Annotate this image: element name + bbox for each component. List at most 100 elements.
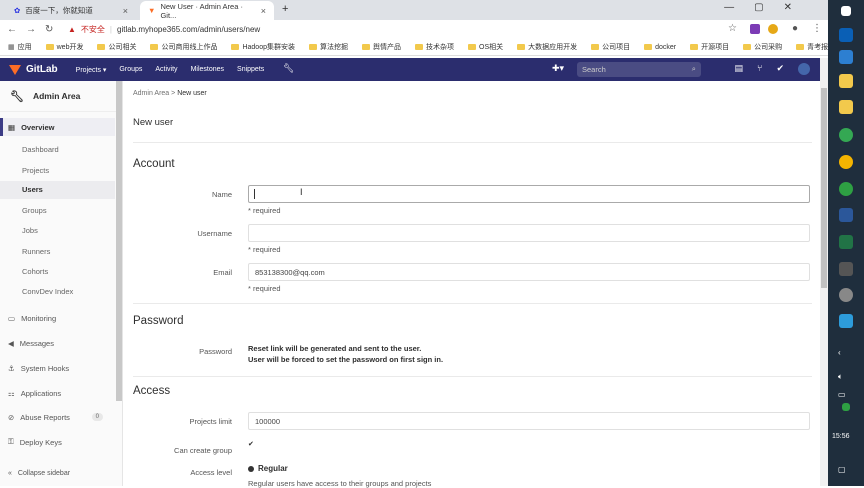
nav-milestones[interactable]: Milestones xyxy=(191,66,224,74)
sidebar-item-monitoring[interactable]: ▭ Monitoring xyxy=(0,309,115,327)
sidebar-header[interactable]: 🔧︎ Admin Area xyxy=(0,81,122,112)
tab-new-user[interactable]: ▼ New User · Admin Area · Git... × xyxy=(140,1,274,20)
maximize-icon[interactable]: ▢ xyxy=(754,2,763,13)
sidebar-scrollbar[interactable] xyxy=(116,81,122,401)
sidebar-item-abuse-reports[interactable]: ⊘ Abuse Reports 0 xyxy=(0,408,115,426)
app-icon[interactable] xyxy=(839,262,853,276)
bookmark-folder[interactable]: OS相关 xyxy=(468,42,503,52)
sidebar-sub-groups[interactable]: Groups xyxy=(22,206,47,215)
sidebar-item-system-hooks[interactable]: ⚓ System Hooks xyxy=(0,359,115,377)
collapse-sidebar-button[interactable]: « Collapse sidebar xyxy=(0,464,115,482)
chrome-icon[interactable] xyxy=(839,128,853,142)
bookmark-label: 大数据应用开发 xyxy=(528,44,578,51)
sidebar-item-applications[interactable]: ⚏ Applications xyxy=(0,384,115,402)
search-input[interactable]: Search ⌕ xyxy=(577,62,701,77)
windows-icon[interactable] xyxy=(841,6,851,16)
url-text: gitlab.myhope365.com/admin/users/new xyxy=(117,25,261,34)
projects-limit-field[interactable]: 100000 xyxy=(248,412,810,430)
clock[interactable]: 15:56 xyxy=(832,433,850,440)
bookmark-folder[interactable]: web开发 xyxy=(45,42,83,52)
profile-icon[interactable]: ● xyxy=(792,23,798,34)
back-icon[interactable]: ← xyxy=(7,24,19,35)
sidebar-item-label: Overview xyxy=(21,122,55,132)
sidebar-item-messages[interactable]: ◀ Messages xyxy=(0,334,115,352)
sidebar-sub-projects[interactable]: Projects xyxy=(22,166,49,175)
bookmark-folder[interactable]: 开源项目 xyxy=(690,42,729,52)
star-icon[interactable]: ☆ xyxy=(728,23,737,34)
close-window-icon[interactable]: ✕ xyxy=(784,2,792,13)
bookmark-folder[interactable]: 公司项目 xyxy=(591,42,630,52)
chevron-left-icon[interactable]: ‹ xyxy=(838,348,841,357)
merge-request-icon[interactable]: ⑂ xyxy=(757,63,762,75)
close-icon[interactable]: × xyxy=(261,6,266,16)
reload-icon[interactable]: ↻ xyxy=(45,24,57,35)
access-level-regular-radio[interactable]: Regular xyxy=(248,464,288,473)
sidebar-item-deploy-keys[interactable]: ⚿ Deploy Keys xyxy=(0,433,115,451)
sidebar-sub-users[interactable]: Users xyxy=(0,181,115,199)
issues-icon[interactable]: ▤ xyxy=(735,63,744,75)
sidebar-sub-dashboard[interactable]: Dashboard xyxy=(22,145,59,154)
forward-icon[interactable]: → xyxy=(26,24,38,35)
tab-baidu[interactable]: ✿ 百度一下，你就知道 × xyxy=(6,1,136,20)
url-field[interactable]: ▲ 不安全 | gitlab.myhope365.com/admin/users… xyxy=(68,22,738,37)
app-icon[interactable] xyxy=(839,182,853,196)
close-icon[interactable]: × xyxy=(123,6,128,16)
app-icon[interactable] xyxy=(839,314,853,328)
settings-icon[interactable] xyxy=(839,155,853,169)
nav-activity[interactable]: Activity xyxy=(155,66,177,74)
bookmark-apps[interactable]: ▦ 应用 xyxy=(8,42,32,52)
bookmark-label: 开源项目 xyxy=(701,44,730,51)
todo-icon[interactable]: ✔ xyxy=(776,63,784,75)
sidebar-title: Admin Area xyxy=(32,91,81,101)
extension-icon[interactable] xyxy=(750,24,760,34)
bookmark-folder[interactable]: Hadoop集群安装 xyxy=(231,42,295,52)
bookmark-folder[interactable]: 大数据应用开发 xyxy=(517,42,577,52)
network-icon[interactable]: ▭ xyxy=(838,390,846,399)
volume-icon[interactable]: 🔈︎ xyxy=(838,372,843,382)
nav-snippets[interactable]: Snippets xyxy=(237,66,264,74)
sidebar-sub-cohorts[interactable]: Cohorts xyxy=(22,267,48,276)
nav-projects[interactable]: Projects ▾ xyxy=(76,66,107,74)
gitlab-fox-icon xyxy=(9,64,21,75)
breadcrumb-admin-area[interactable]: Admin Area xyxy=(133,90,169,97)
bookmark-folder[interactable]: 算法挖掘 xyxy=(309,42,348,52)
menu-icon[interactable]: ⋮ xyxy=(812,23,822,34)
gitlab-logo[interactable]: GitLab xyxy=(9,64,58,75)
plus-dropdown-icon[interactable]: ✚▾ xyxy=(552,63,564,74)
extension-icon[interactable] xyxy=(768,24,778,34)
sidebar-sub-jobs[interactable]: Jobs xyxy=(22,226,38,235)
bookmark-folder[interactable]: docker xyxy=(644,44,676,51)
tray-icon[interactable] xyxy=(842,403,850,411)
app-icon[interactable] xyxy=(839,288,853,302)
warning-icon: ⊘ xyxy=(8,412,15,422)
bookmark-folder[interactable]: 公司采购 xyxy=(743,42,782,52)
bookmark-folder[interactable]: 公司相关 xyxy=(97,42,136,52)
can-create-group-checkbox[interactable]: ✔ xyxy=(248,441,255,448)
breadcrumb-current[interactable]: New user xyxy=(177,90,207,97)
folder-icon[interactable] xyxy=(839,74,853,88)
excel-icon[interactable] xyxy=(839,235,853,249)
avatar[interactable] xyxy=(798,63,810,75)
bookmark-folder[interactable]: 公司商用线上作品 xyxy=(150,42,217,52)
new-tab-icon[interactable]: + xyxy=(282,3,288,15)
page-scrollbar-thumb[interactable] xyxy=(821,88,827,288)
sidebar-sub-convdev-index[interactable]: ConvDev Index xyxy=(22,287,73,296)
bookmark-folder[interactable]: 技术杂项 xyxy=(415,42,454,52)
name-field[interactable] xyxy=(248,185,810,203)
search-icon[interactable] xyxy=(839,28,853,42)
notification-icon[interactable]: ▢ xyxy=(838,465,846,474)
task-view-icon[interactable] xyxy=(839,50,853,64)
bookmark-folder[interactable]: 舆情产品 xyxy=(362,42,401,52)
minimize-icon[interactable]: — xyxy=(724,2,734,13)
sidebar-item-overview[interactable]: ▦ Overview xyxy=(0,118,115,136)
folder-icon[interactable] xyxy=(839,100,853,114)
email-field[interactable]: 853138300@qq.com xyxy=(248,263,810,281)
double-chevron-left-icon: « xyxy=(8,469,12,477)
password-info-line: User will be forced to set the password … xyxy=(248,355,444,364)
sidebar-sub-runners[interactable]: Runners xyxy=(22,247,50,256)
wrench-icon[interactable]: 🔧︎ xyxy=(283,63,294,74)
username-field[interactable] xyxy=(248,224,810,242)
divider xyxy=(133,303,812,304)
nav-groups[interactable]: Groups xyxy=(119,66,142,74)
word-icon[interactable] xyxy=(839,208,853,222)
